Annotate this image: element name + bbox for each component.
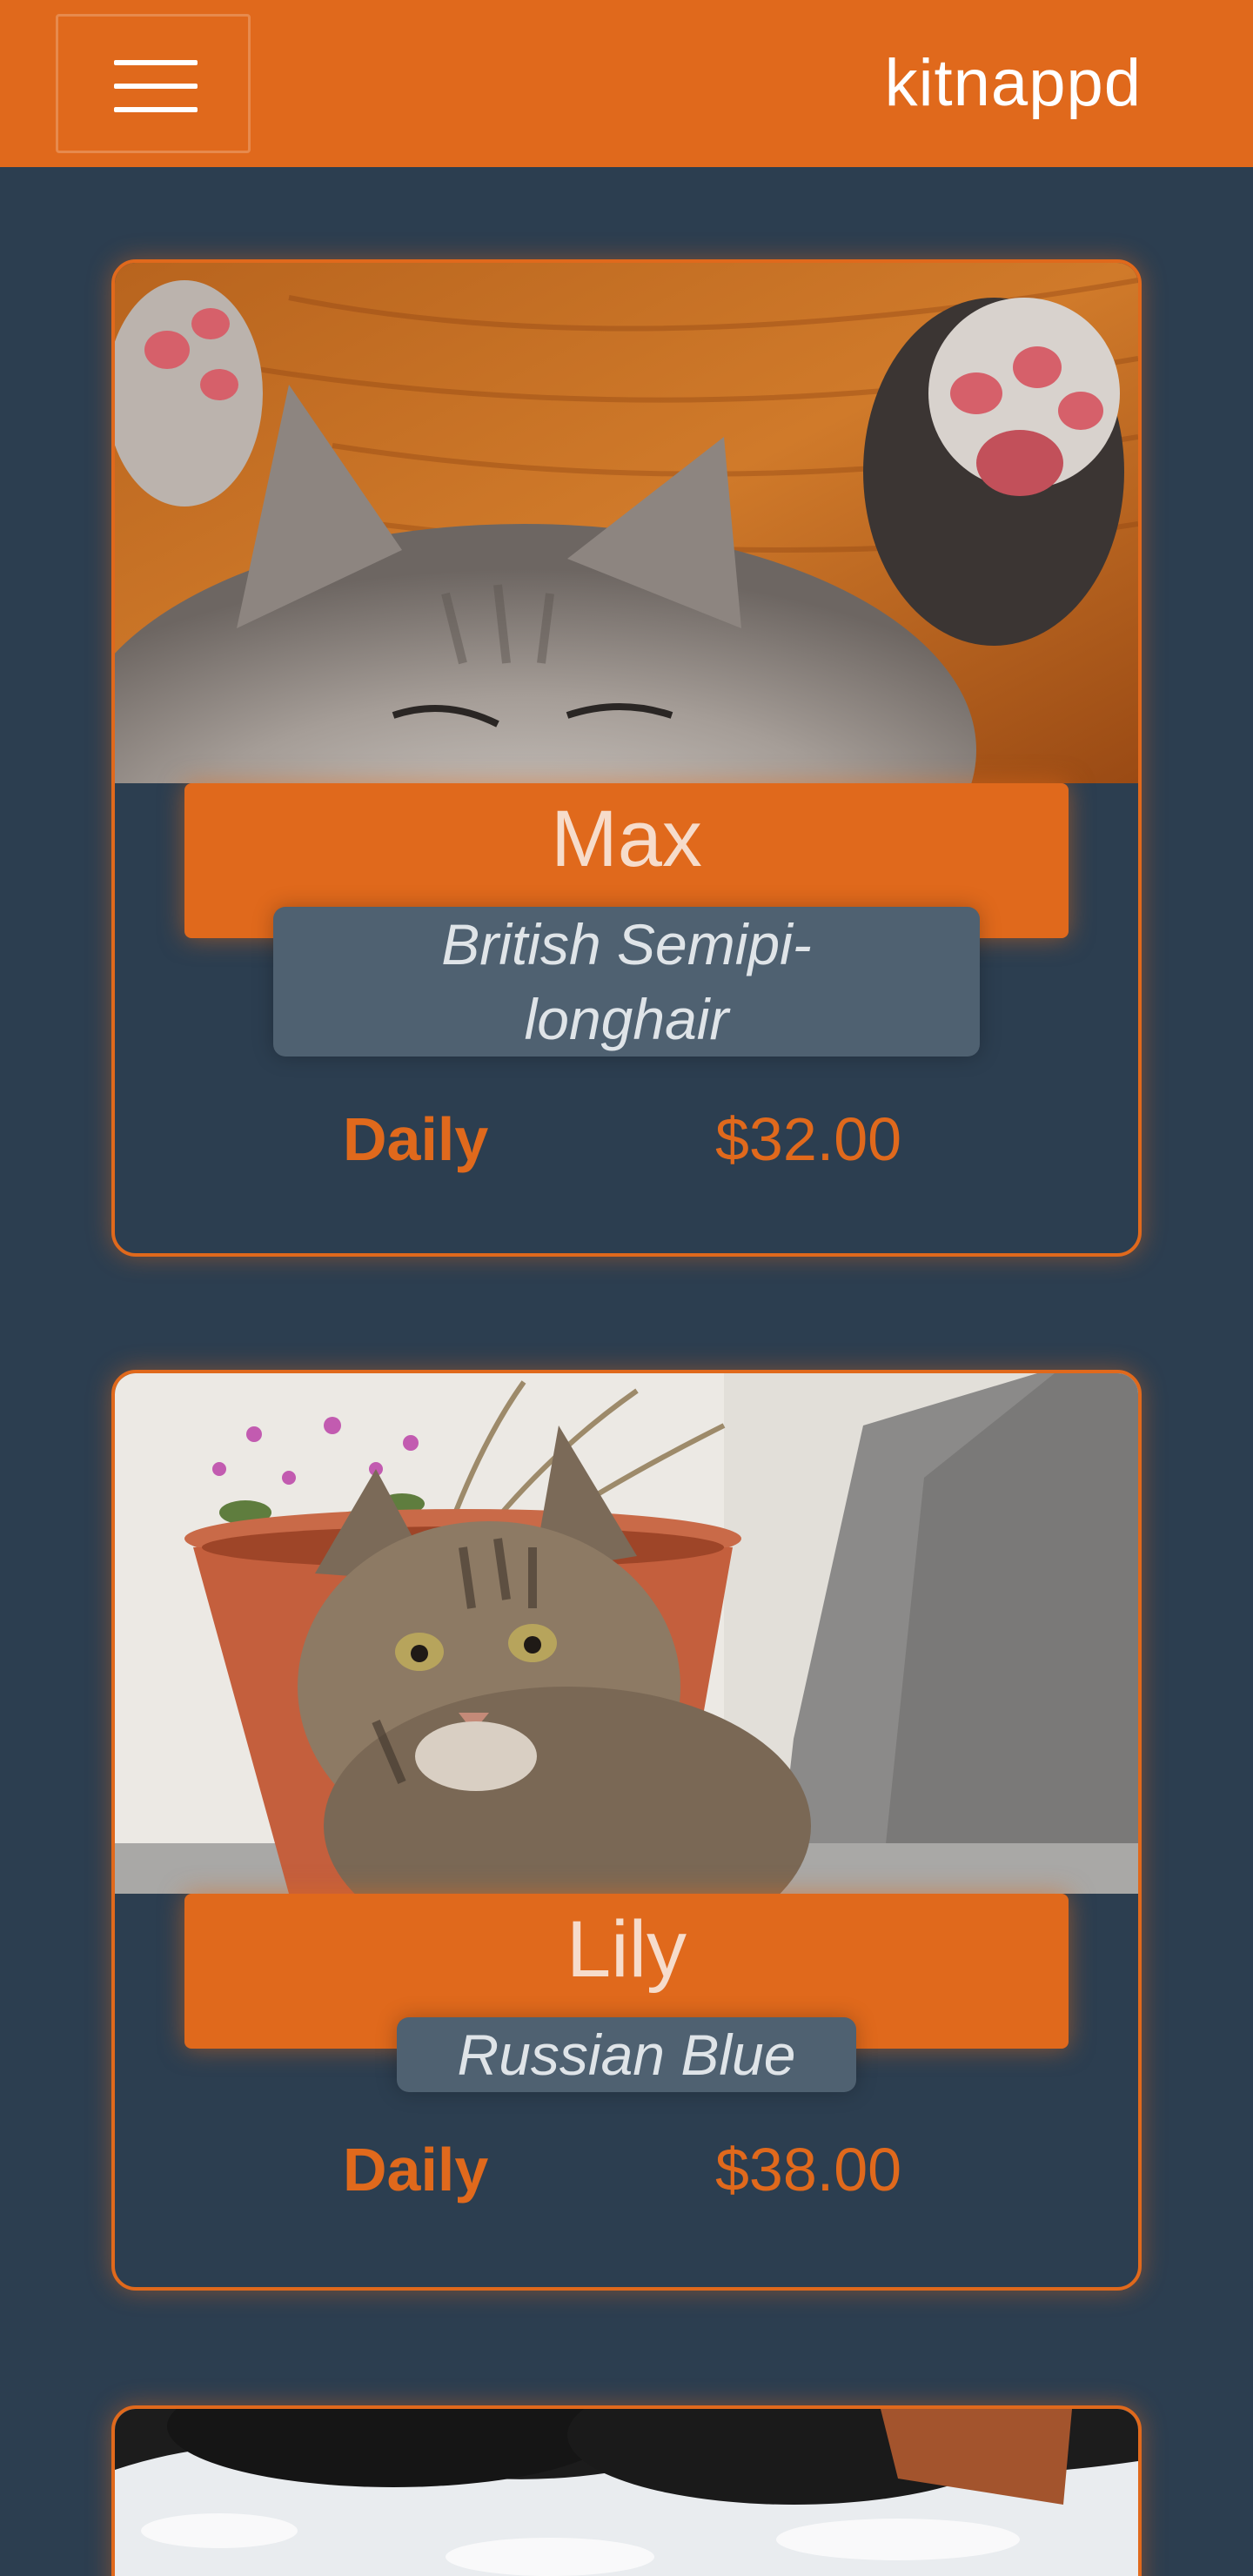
cat-photo-max[interactable] [115,263,1138,783]
hamburger-menu-icon [114,60,198,65]
navbar: kitnappd [0,0,1253,167]
hamburger-menu-icon-bar-2 [114,84,198,89]
cat-name: Lily [566,1905,687,1994]
menu-toggle-button[interactable] [56,14,251,153]
cat-card-partial[interactable] [111,2405,1142,2576]
rate-label: Daily [343,1105,489,1173]
cat-name: Max [551,795,702,883]
rate-label: Daily [343,2136,489,2204]
breed-line-2: longhair [524,987,729,1051]
rate-price: $38.00 [715,2136,902,2204]
cat-photo-partial[interactable] [115,2409,1138,2576]
cat-photo-lily[interactable] [115,1373,1138,1894]
hamburger-menu-icon-bar-3 [114,107,198,112]
breed-badge: British Semipi- longhair [273,907,980,1057]
brand-logo[interactable]: kitnappd [885,40,1142,127]
cat-card-max[interactable]: Max British Semipi- longhair Daily $32.0… [111,259,1142,1257]
breed-badge: Russian Blue [397,2017,856,2092]
rate-row: Daily $38.00 [115,2130,1138,2209]
rate-row: Daily $32.00 [115,1100,1138,1178]
breed-name: Russian Blue [457,2023,796,2087]
breed-line-1: British Semipi- [441,912,812,976]
cat-card-lily[interactable]: Lily Russian Blue Daily $38.00 [111,1370,1142,2291]
rate-price: $32.00 [715,1105,902,1173]
